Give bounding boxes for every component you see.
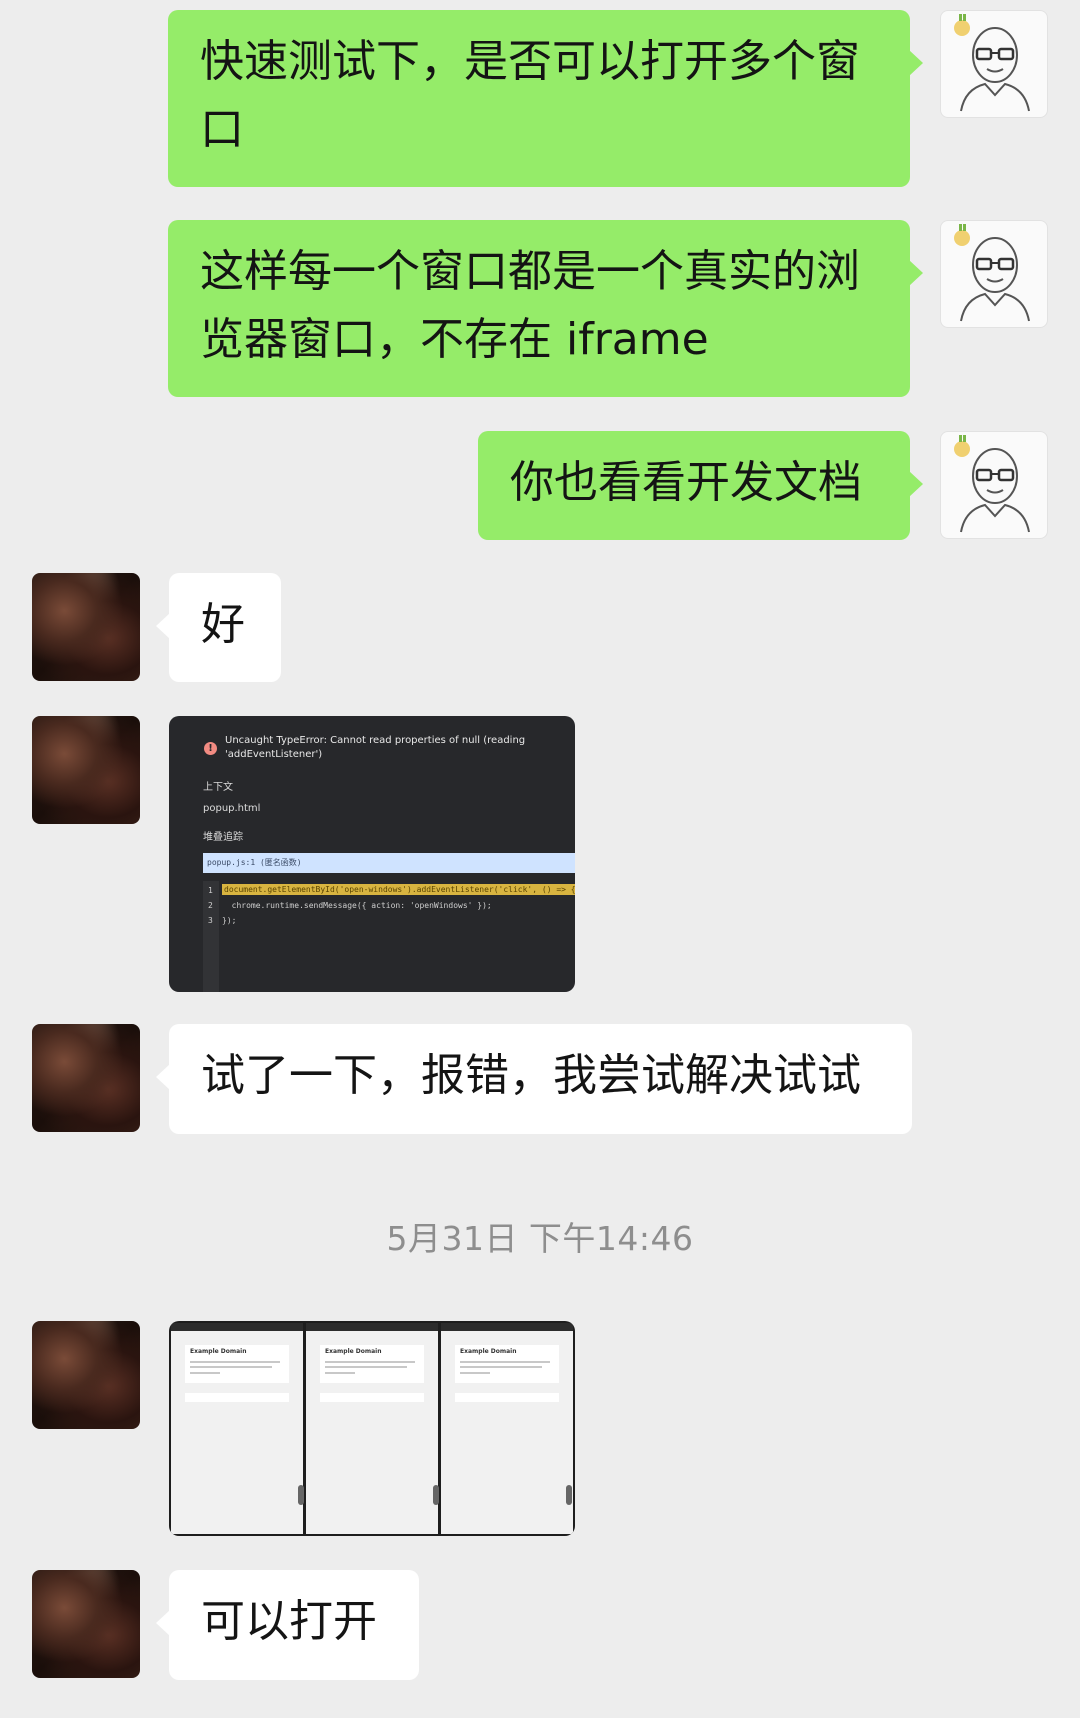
multi-window-screenshot-image[interactable]: Example Domain Example Domain Example Do… <box>169 1321 575 1536</box>
line-number: 1 <box>208 886 213 895</box>
message-text-line: 口 <box>200 104 244 155</box>
error-icon: ! <box>204 742 217 755</box>
line-number: 2 <box>208 901 213 910</box>
browser-window: Example Domain <box>171 1323 304 1534</box>
self-avatar[interactable] <box>940 10 1048 118</box>
floating-action-icon <box>566 1485 572 1505</box>
stack-trace-label: 堆叠追踪 <box>203 832 243 843</box>
message-text: 好 <box>201 599 245 650</box>
browser-window: Example Domain <box>441 1323 573 1534</box>
contact-avatar[interactable] <box>32 716 140 824</box>
line-number: 3 <box>208 916 213 925</box>
message-text: 试了一下，报错，我尝试解决试试 <box>201 1050 861 1101</box>
contact-avatar[interactable] <box>32 1321 140 1429</box>
sent-message-bubble[interactable]: 这样每一个窗口都是一个真实的浏 览器窗口，不存在 iframe <box>168 220 923 397</box>
code-line-highlighted: document.getElementById('open-windows').… <box>222 884 575 895</box>
bald-man-avatar-icon <box>954 224 1030 322</box>
contact-avatar[interactable] <box>32 1024 140 1132</box>
context-value: popup.html <box>203 803 261 814</box>
message-text-line: 快速测试下，是否可以打开多个窗 <box>200 36 860 87</box>
self-avatar[interactable] <box>940 220 1048 328</box>
received-message-bubble[interactable]: 试了一下，报错，我尝试解决试试 <box>156 1024 912 1134</box>
stack-frame-row: popup.js:1 (匿名函数) <box>203 853 575 873</box>
sent-message-bubble[interactable]: 快速测试下，是否可以打开多个窗 口 <box>168 10 923 187</box>
bald-man-avatar-icon <box>954 14 1030 112</box>
message-text-line: 览器窗口，不存在 iframe <box>200 314 709 365</box>
sent-message-bubble[interactable]: 你也看看开发文档 <box>478 431 923 540</box>
error-message: Uncaught TypeError: Cannot read properti… <box>225 735 526 760</box>
context-label: 上下文 <box>203 782 233 793</box>
browser-window: Example Domain <box>306 1323 439 1534</box>
window-page-title: Example Domain <box>460 1348 517 1355</box>
code-line: chrome.runtime.sendMessage({ action: 'op… <box>222 901 492 910</box>
bald-man-avatar-icon <box>954 435 1030 533</box>
floating-action-icon <box>298 1485 304 1505</box>
chat-timestamp: 5月31日 下午14:46 <box>386 1219 694 1258</box>
contact-avatar[interactable] <box>32 573 140 681</box>
floating-action-icon <box>433 1485 439 1505</box>
message-text: 你也看看开发文档 <box>510 457 862 508</box>
message-text: 可以打开 <box>201 1596 377 1647</box>
window-page-title: Example Domain <box>325 1348 382 1355</box>
received-message-bubble[interactable]: 好 <box>156 573 281 682</box>
error-screenshot-image[interactable]: ! Uncaught TypeError: Cannot read proper… <box>169 716 575 992</box>
self-avatar[interactable] <box>940 431 1048 539</box>
contact-avatar[interactable] <box>32 1570 140 1678</box>
received-message-bubble[interactable]: 可以打开 <box>156 1570 419 1680</box>
window-page-title: Example Domain <box>190 1348 247 1355</box>
code-line: }); <box>222 916 237 925</box>
message-text-line: 这样每一个窗口都是一个真实的浏 <box>200 246 860 297</box>
code-gutter <box>203 881 219 992</box>
